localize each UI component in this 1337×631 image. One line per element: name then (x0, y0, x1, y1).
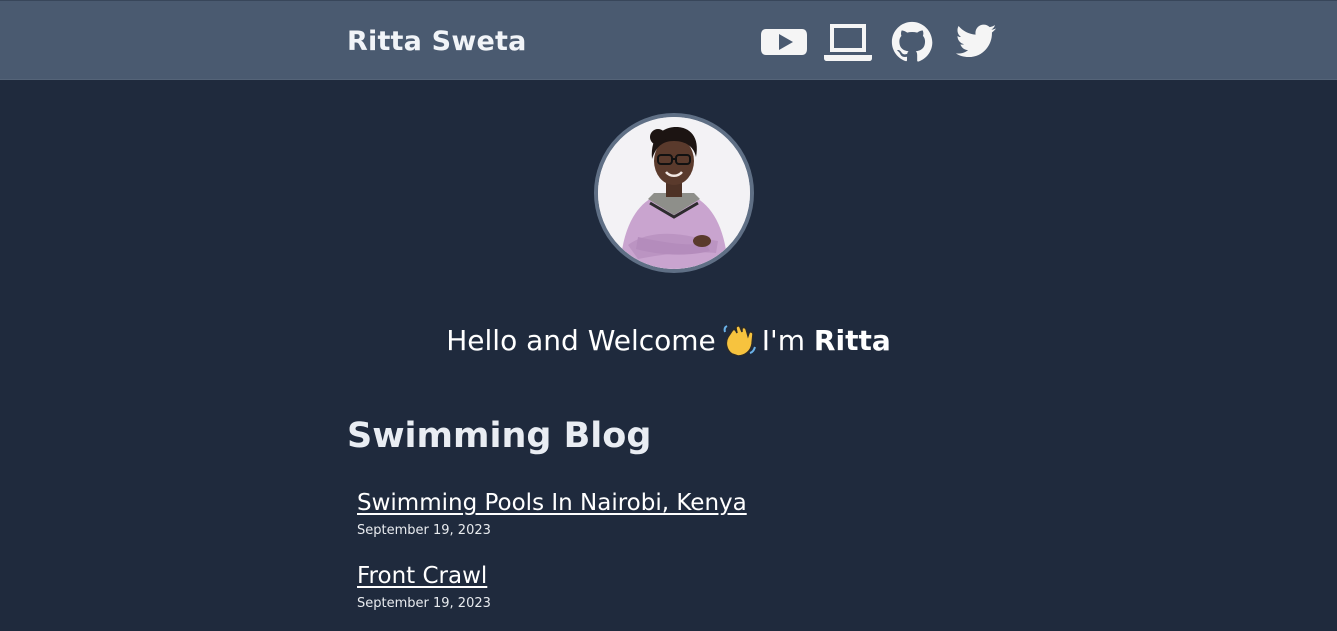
twitter-icon[interactable] (951, 20, 1001, 64)
profile-avatar (594, 113, 754, 273)
site-header: Ritta Sweta (0, 0, 1337, 80)
greeting-middle: I'm (761, 324, 806, 357)
greeting-prefix: Hello and Welcome (446, 324, 716, 357)
blog-post-date: September 19, 2023 (357, 523, 491, 538)
site-title-link[interactable]: Ritta Sweta (347, 25, 527, 59)
github-icon[interactable] (888, 20, 936, 64)
blog-post-link[interactable]: Swimming Pools In Nairobi, Kenya (357, 488, 747, 518)
profile-photo (598, 117, 750, 269)
blog-post-date: September 19, 2023 (357, 596, 491, 611)
blog-post-item: Front Crawl September 19, 2023 (357, 561, 491, 612)
section-title: Swimming Blog (347, 416, 652, 456)
youtube-icon[interactable] (760, 20, 808, 64)
blog-post-item: Swimming Pools In Nairobi, Kenya Septemb… (357, 488, 747, 539)
greeting-name: Ritta (813, 324, 891, 357)
laptop-icon[interactable] (823, 20, 873, 64)
waving-hand-icon (722, 324, 756, 357)
welcome-greeting: Hello and Welcome I'm Ritta (0, 322, 1337, 360)
blog-post-link[interactable]: Front Crawl (357, 561, 491, 591)
